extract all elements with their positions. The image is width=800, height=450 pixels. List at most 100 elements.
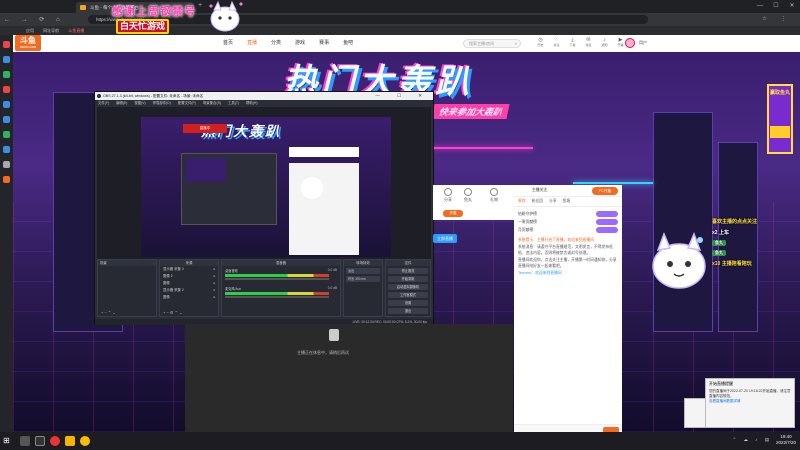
- virtual-camera-button[interactable]: 启动虚拟摄像机: [388, 284, 428, 290]
- sidebar-app-icon[interactable]: [3, 161, 10, 168]
- sidebar-app-icon[interactable]: [3, 86, 10, 93]
- visibility-eye-icon[interactable]: ●: [213, 287, 215, 294]
- avatar[interactable]: [625, 38, 635, 48]
- douyu-logo[interactable]: 斗鱼 DOUYU.COM: [15, 35, 41, 51]
- visibility-eye-icon[interactable]: ●: [213, 266, 215, 273]
- notification-link[interactable]: 查看直播间数据详情: [709, 399, 791, 404]
- sidebar-app-icon[interactable]: [3, 176, 10, 183]
- obs-menu-item[interactable]: 文件(F): [98, 101, 109, 105]
- nav-buttons[interactable]: ← → ⟳ ⌂: [4, 16, 65, 23]
- chat-tab[interactable]: 鱼塘: [563, 199, 571, 204]
- notification-stub[interactable]: [684, 398, 706, 428]
- nav-item-games[interactable]: 游戏: [295, 39, 305, 46]
- nav-item-events[interactable]: 赛事: [319, 39, 329, 46]
- obs-menu-item[interactable]: 编辑(E): [116, 101, 127, 105]
- obs-menu-item[interactable]: 帮助(H): [246, 101, 258, 105]
- bookmark-item[interactable]: 网址导航: [43, 28, 59, 33]
- scenes-dock[interactable]: 场景 + − ⌃ ⌄: [97, 259, 157, 317]
- sidebar-app-icon[interactable]: [3, 41, 10, 48]
- transition-select[interactable]: 淡出: [346, 268, 380, 274]
- mixer-channel[interactable]: 桌面音频 0.0 dB: [222, 266, 340, 284]
- new-tab-icon[interactable]: +: [198, 2, 202, 9]
- header-history-button[interactable]: ◷ 历史: [535, 37, 546, 47]
- chrome-taskbar-icon[interactable]: [80, 436, 90, 446]
- sidebar-app-icon[interactable]: [3, 116, 10, 123]
- sources-dock[interactable]: 来源 显示器 采集 3 ● 图像 2 ● 图像 ● 显示器 采集 2 ● 图像 ● + −…: [159, 259, 219, 317]
- sidebar-app-icon[interactable]: [3, 71, 10, 78]
- chat-tab[interactable]: 分享: [549, 199, 557, 204]
- source-row[interactable]: 图像 ●: [160, 294, 218, 301]
- bookmark-item[interactable]: 斗鱼直播: [68, 28, 84, 33]
- sidebar-app-icon[interactable]: [3, 56, 10, 63]
- obs-titlebar[interactable]: OBS 27.1.3 (64-bit, windows) - 配置文件: 未命名…: [95, 92, 433, 100]
- nav-item-category[interactable]: 分类: [271, 39, 281, 46]
- gift-item[interactable]: 礼物: [485, 188, 503, 203]
- banner-side-tag[interactable]: 赢取鱼丸: [767, 84, 793, 154]
- nav-item-yuba[interactable]: 鱼吧: [343, 39, 353, 46]
- go-live-button[interactable]: 立即直播: [433, 234, 457, 243]
- sidebar-app-icon[interactable]: [3, 131, 10, 138]
- rank-item[interactable]: 一周贡献榜: [518, 218, 618, 226]
- bookmark-item[interactable]: 应用: [26, 28, 34, 33]
- search-taskbar-icon[interactable]: [20, 436, 30, 446]
- source-row[interactable]: 显示器 采集 3 ●: [160, 266, 218, 273]
- exit-button[interactable]: 退出: [388, 308, 428, 314]
- volume-slider[interactable]: [225, 278, 329, 280]
- minimize-icon[interactable]: —: [752, 0, 768, 13]
- extension-icons[interactable]: ☆ ⋮: [762, 16, 792, 22]
- gift-item[interactable]: 鱼丸: [459, 188, 477, 203]
- start-live-button[interactable]: 开播: [443, 210, 463, 217]
- follow-anchor-label[interactable]: 主播关注: [532, 188, 547, 193]
- windows-start-icon[interactable]: ⊞: [3, 436, 10, 445]
- pc-live-badge[interactable]: PC开播: [592, 187, 618, 195]
- search-input[interactable]: 搜索主播/房间 ⌕: [463, 39, 521, 48]
- taskbar-clock[interactable]: 19:40 2022/7/20: [776, 434, 796, 446]
- chat-tab[interactable]: 贵宾: [518, 199, 526, 204]
- header-bell-button[interactable]: ♪ 通知: [599, 37, 610, 47]
- source-row[interactable]: 显示器 采集 2 ●: [160, 287, 218, 294]
- obs-menu-item[interactable]: 停靠部件(D): [153, 101, 171, 105]
- header-download-button[interactable]: ⤓ 下载: [567, 37, 578, 47]
- obs-taskbar-icon[interactable]: [50, 436, 60, 446]
- controls-dock[interactable]: 控件 停止推流 开始录制 启动虚拟摄像机 工作室模式 设置 退出: [385, 259, 431, 317]
- obs-preview[interactable]: 热门大轰趴 直播中: [97, 107, 431, 259]
- chat-tab[interactable]: 粉丝团: [532, 199, 543, 204]
- visibility-eye-icon[interactable]: ●: [213, 280, 215, 287]
- obs-menu-item[interactable]: 配置文件(P): [178, 101, 196, 105]
- volume-slider[interactable]: [225, 296, 329, 298]
- source-row[interactable]: 图像 2 ●: [160, 273, 218, 280]
- maximize-icon[interactable]: ☐: [768, 0, 784, 13]
- obs-menu-item[interactable]: 工具(T): [228, 101, 239, 105]
- rank-item[interactable]: 月贡献榜: [518, 226, 618, 234]
- rank-item[interactable]: 钻粉守护榜: [518, 210, 618, 218]
- nav-item-live[interactable]: 直播: [247, 39, 257, 46]
- source-row[interactable]: 图像 ●: [160, 280, 218, 287]
- start-recording-button[interactable]: 开始录制: [388, 276, 428, 282]
- task-view-icon[interactable]: [35, 436, 45, 446]
- settings-button[interactable]: 设置: [388, 300, 428, 306]
- obs-menu-item[interactable]: 场景集合(S): [203, 101, 221, 105]
- system-tray[interactable]: ⌃ ☁ ♪ ▤: [732, 437, 772, 443]
- header-message-button[interactable]: ✉ 消息: [583, 37, 594, 47]
- close-window-icon[interactable]: ✕: [784, 0, 800, 13]
- nav-item-home[interactable]: 首页: [223, 39, 233, 46]
- visibility-eye-icon[interactable]: ●: [213, 273, 215, 280]
- obs-window[interactable]: OBS 27.1.3 (64-bit, windows) - 配置文件: 未命名…: [94, 91, 434, 325]
- video-player[interactable]: 主播正在休息中，请稍后再试: [185, 324, 513, 435]
- search-icon[interactable]: ⌕: [515, 40, 517, 47]
- visibility-eye-icon[interactable]: ●: [213, 294, 215, 301]
- sidebar-app-icon[interactable]: [3, 101, 10, 108]
- header-follow-button[interactable]: ♡ 关注: [551, 37, 562, 47]
- scenes-toolbar[interactable]: + − ⌃ ⌄: [98, 310, 156, 316]
- transition-duration[interactable]: 时长 300 ms: [346, 276, 380, 282]
- obs-menu-item[interactable]: 视图(V): [134, 101, 145, 105]
- gift-item[interactable]: 分享: [439, 188, 457, 203]
- user-name[interactable]: 用户: [639, 40, 647, 46]
- transitions-dock[interactable]: 转场特效 淡出 时长 300 ms: [343, 259, 383, 317]
- mixer-dock[interactable]: 混音器 桌面音频 0.0 dB 麦克风/Aux 0.0 dB: [221, 259, 341, 317]
- folder-taskbar-icon[interactable]: [65, 436, 75, 446]
- sidebar-app-icon[interactable]: [3, 146, 10, 153]
- stop-streaming-button[interactable]: 停止推流: [388, 268, 428, 274]
- mixer-channel[interactable]: 麦克风/Aux 0.0 dB: [222, 284, 340, 302]
- obs-window-controls[interactable]: — ☐ ✕: [375, 92, 430, 100]
